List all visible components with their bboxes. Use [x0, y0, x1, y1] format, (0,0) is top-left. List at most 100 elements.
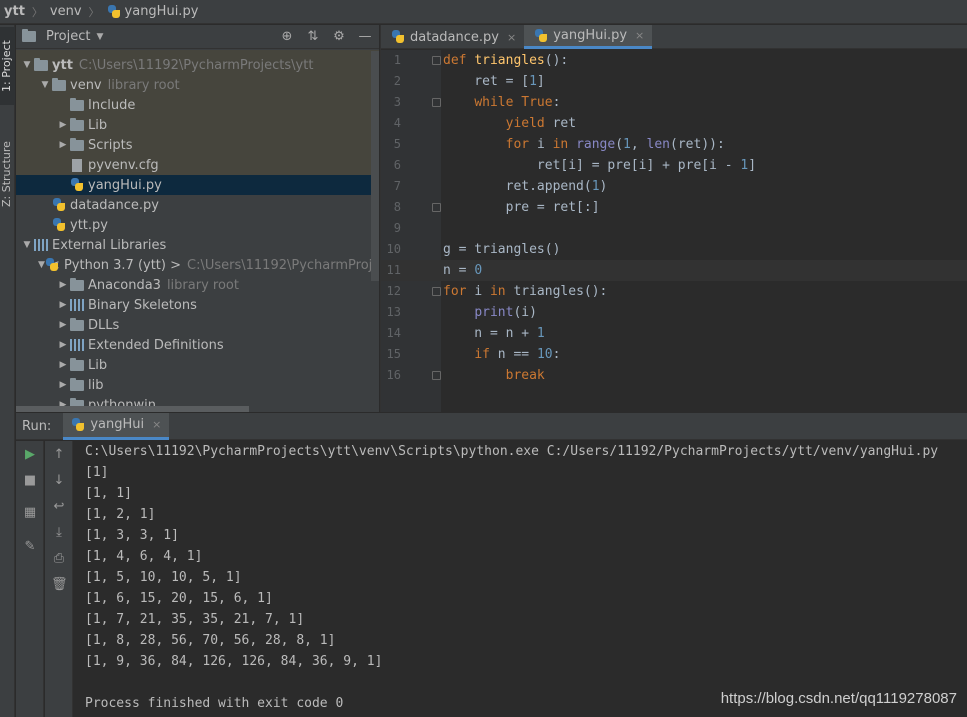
- chevron-down-icon[interactable]: ▼: [96, 32, 103, 42]
- tree-item[interactable]: ▼ ytt C:\Users\11192\PycharmProjects\ytt: [16, 55, 379, 75]
- fold-marker-icon[interactable]: [432, 203, 441, 212]
- editor-panel: datadance.py × yangHui.py × def triangle…: [380, 25, 967, 412]
- tree-item[interactable]: ▶ Lib: [16, 115, 379, 135]
- code-area[interactable]: def triangles(): ret = [1] while True: y…: [381, 50, 967, 412]
- tree-item[interactable]: datadance.py: [16, 195, 379, 215]
- code-line: break: [505, 368, 545, 383]
- tab-structure[interactable]: Z: Structure: [0, 133, 15, 215]
- tree-item[interactable]: pyvenv.cfg: [16, 155, 379, 175]
- tab-run-yanghui[interactable]: yangHui ×: [63, 412, 170, 440]
- run-panel-header: Run: yangHui ×: [16, 412, 967, 440]
- tree-item[interactable]: ▶ Anaconda3 library root: [16, 275, 379, 295]
- expand-arrow-icon[interactable]: ▼: [20, 60, 34, 70]
- watermark: https://blog.csdn.net/qq1119278087: [720, 690, 957, 707]
- tree-item-label: ytt.py: [70, 217, 108, 233]
- minimize-icon[interactable]: —: [357, 29, 373, 44]
- vertical-scrollbar[interactable]: [371, 51, 379, 281]
- rerun-icon[interactable]: ▶: [22, 447, 38, 463]
- tab-datadance[interactable]: datadance.py ×: [381, 25, 524, 49]
- collapse-all-icon[interactable]: ⇅: [305, 29, 321, 44]
- line-number: 7: [393, 179, 401, 193]
- fold-marker-icon[interactable]: [432, 98, 441, 107]
- project-panel: Project ▼ ⊕ ⇅ ⚙ — ▼ ytt C:\Users\11192\Pyc…: [16, 25, 379, 412]
- fold-marker-icon[interactable]: [432, 56, 441, 65]
- line-number: 3: [393, 95, 401, 109]
- console-line: C:\Users\11192\PycharmProjects\ytt\venv\…: [85, 444, 939, 459]
- trash-icon[interactable]: 🗑: [51, 577, 68, 593]
- breadcrumb-project[interactable]: ytt: [4, 4, 25, 19]
- tree-item[interactable]: ▶ DLLs: [16, 315, 379, 335]
- expand-arrow-icon[interactable]: ▼: [20, 240, 34, 250]
- gear-icon[interactable]: ⚙: [331, 29, 347, 44]
- console-line: [1, 9, 36, 84, 126, 126, 84, 36, 9, 1]: [85, 654, 383, 669]
- tree-item-label: yangHui.py: [88, 177, 162, 193]
- project-header-toolbar: ⊕ ⇅ ⚙ —: [279, 29, 373, 44]
- tree-item[interactable]: yangHui.py: [16, 175, 379, 195]
- tree-item[interactable]: ytt.py: [16, 215, 379, 235]
- pin-icon[interactable]: ✎: [22, 539, 38, 555]
- tree-item[interactable]: ▼ venv library root: [16, 75, 379, 95]
- tab-label: yangHui.py: [553, 28, 628, 43]
- folder-icon: [70, 317, 84, 331]
- collapse-arrow-icon[interactable]: ▶: [56, 300, 70, 310]
- tree-item[interactable]: ▶ Scripts: [16, 135, 379, 155]
- tree-item[interactable]: ▶ Lib: [16, 355, 379, 375]
- run-panel: Run: yangHui × ▶ ■ ▦ ✎ ↑ ↓ ↩ ⤓ ⎙ 🗑 C:\Us…: [16, 412, 967, 717]
- console-line: [1, 3, 3, 1]: [85, 528, 179, 543]
- locate-icon[interactable]: ⊕: [279, 29, 295, 44]
- tree-item-label: External Libraries: [52, 237, 167, 253]
- fold-marker-icon[interactable]: [432, 287, 441, 296]
- console-line: [1, 8, 28, 56, 70, 56, 28, 8, 1]: [85, 633, 336, 648]
- tab-yanghui[interactable]: yangHui.py ×: [524, 25, 653, 49]
- code-line: ret.append(1): [443, 179, 608, 194]
- tab-project[interactable]: 1: Project: [0, 27, 15, 105]
- code-line: for i in triangles():: [443, 284, 608, 299]
- tree-item[interactable]: ▼ External Libraries: [16, 235, 379, 255]
- tree-item[interactable]: ▶ Binary Skeletons: [16, 295, 379, 315]
- python-icon: [52, 198, 66, 212]
- horizontal-scrollbar[interactable]: [16, 406, 249, 412]
- collapse-arrow-icon[interactable]: ▶: [56, 320, 70, 330]
- fold-marker-icon[interactable]: [432, 371, 441, 380]
- run-label: Run:: [22, 418, 52, 434]
- layout-icon[interactable]: ▦: [22, 505, 38, 521]
- close-icon[interactable]: ×: [507, 31, 516, 44]
- tree-item[interactable]: ▼ < Python 3.7 (ytt) > C:\Users\11192\Pych…: [16, 255, 379, 275]
- project-view-selector[interactable]: Project: [46, 29, 90, 44]
- tree-item[interactable]: ▶ lib: [16, 375, 379, 395]
- collapse-arrow-icon[interactable]: ▶: [56, 280, 70, 290]
- console-line: [1, 6, 15, 20, 15, 6, 1]: [85, 591, 273, 606]
- arrow-up-icon[interactable]: ↑: [51, 447, 67, 463]
- breadcrumb-file[interactable]: yangHui.py: [125, 4, 199, 19]
- collapse-arrow-icon[interactable]: ▶: [56, 340, 70, 350]
- console-line: [1, 7, 21, 35, 35, 21, 7, 1]: [85, 612, 305, 627]
- line-number: 12: [386, 284, 401, 298]
- close-icon[interactable]: ×: [152, 418, 161, 431]
- console-output[interactable]: C:\Users\11192\PycharmProjects\ytt\venv\…: [85, 441, 967, 717]
- expand-arrow-icon[interactable]: ▼: [38, 260, 45, 270]
- tree-item[interactable]: Include: [16, 95, 379, 115]
- tree-item-label: DLLs: [88, 317, 120, 333]
- collapse-arrow-icon[interactable]: ▶: [56, 360, 70, 370]
- tree-item-label: pyvenv.cfg: [88, 157, 159, 173]
- code-line: for i in range(1, len(ret)):: [505, 137, 725, 152]
- tree-item[interactable]: ▶ Extended Definitions: [16, 335, 379, 355]
- stop-icon[interactable]: ■: [22, 473, 38, 489]
- run-tab-label: yangHui: [90, 417, 145, 432]
- collapse-arrow-icon[interactable]: ▶: [56, 120, 70, 130]
- tree-item-hint: C:\Users\11192\PycharmProjects: [187, 257, 379, 273]
- expand-arrow-icon[interactable]: ▼: [38, 80, 52, 90]
- line-number: 16: [386, 368, 401, 382]
- scroll-to-end-icon[interactable]: ⤓: [51, 525, 67, 541]
- breadcrumb-folder[interactable]: venv: [50, 4, 82, 19]
- editor-tabs: datadance.py × yangHui.py ×: [381, 25, 967, 49]
- line-number: 13: [386, 305, 401, 319]
- tree-item-label: Include: [88, 97, 136, 113]
- soft-wrap-icon[interactable]: ↩: [51, 499, 67, 515]
- run-toolbar-secondary: ↑ ↓ ↩ ⤓ ⎙ 🗑: [45, 441, 73, 717]
- print-icon[interactable]: ⎙: [51, 551, 67, 567]
- close-icon[interactable]: ×: [635, 29, 644, 42]
- collapse-arrow-icon[interactable]: ▶: [56, 140, 70, 150]
- arrow-down-icon[interactable]: ↓: [51, 473, 67, 489]
- collapse-arrow-icon[interactable]: ▶: [56, 380, 70, 390]
